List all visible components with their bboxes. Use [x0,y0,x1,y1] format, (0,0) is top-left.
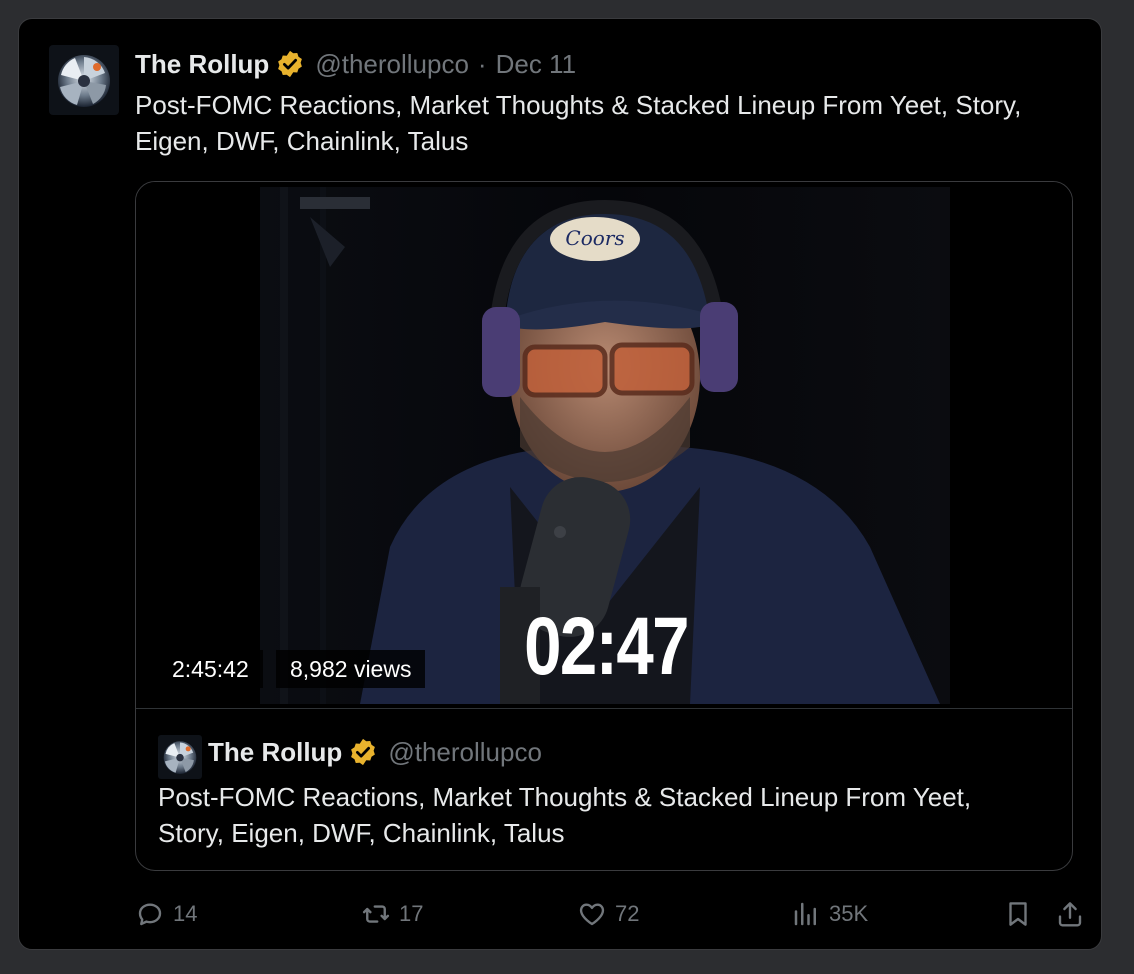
tweet-card[interactable]: The Rollup @therollupco · Dec 11 Post-FO… [18,18,1102,950]
reply-button[interactable]: 14 [135,899,197,929]
quoted-header: The Rollup @therollupco [208,735,542,769]
quoted-author-name[interactable]: The Rollup [208,737,342,768]
bookmark-button[interactable] [1003,899,1041,929]
author-handle[interactable]: @therollupco [315,49,469,80]
header-separator: · [477,48,487,79]
quoted-author-handle[interactable]: @therollupco [388,737,542,768]
cap-logo-text: Coors [565,226,624,250]
repost-button[interactable]: 17 [361,899,423,929]
post-date[interactable]: Dec 11 [496,49,576,80]
video-card[interactable]: Coors 2:45:42 8,982 views 02:47 The Roll… [135,181,1073,871]
views-button[interactable]: 35K [791,899,868,929]
repost-icon [362,905,390,923]
post-header: The Rollup @therollupco · Dec 11 [135,47,576,81]
video-duration: 2:45:42 [158,650,263,688]
author-avatar[interactable] [49,45,119,115]
bookmark-icon [1009,902,1027,926]
post-text: Post-FOMC Reactions, Market Thoughts & S… [135,90,1022,156]
reply-count: 14 [173,901,198,926]
video-views: 8,982 views [276,650,426,688]
like-count: 72 [615,901,640,926]
share-button[interactable] [1055,899,1093,929]
quoted-post[interactable]: The Rollup @therollupco Post-FOMC Reacti… [136,708,1072,870]
views-icon [794,902,816,926]
reply-icon [138,903,162,926]
share-icon [1058,902,1082,927]
like-button[interactable]: 72 [577,899,639,929]
action-bar: 14 17 72 35K [135,899,1082,929]
video-player[interactable]: Coors 2:45:42 8,982 views 02:47 [136,182,1072,708]
views-count: 35K [829,901,869,926]
repost-count: 17 [399,901,424,926]
quoted-verified-badge-icon [351,738,376,766]
video-timer-overlay: 02:47 [524,601,689,692]
like-icon [579,903,605,926]
quoted-text: Post-FOMC Reactions, Market Thoughts & S… [158,782,972,848]
quoted-author-avatar[interactable] [158,735,202,779]
author-name[interactable]: The Rollup [135,49,269,80]
verified-badge-icon [278,50,303,78]
